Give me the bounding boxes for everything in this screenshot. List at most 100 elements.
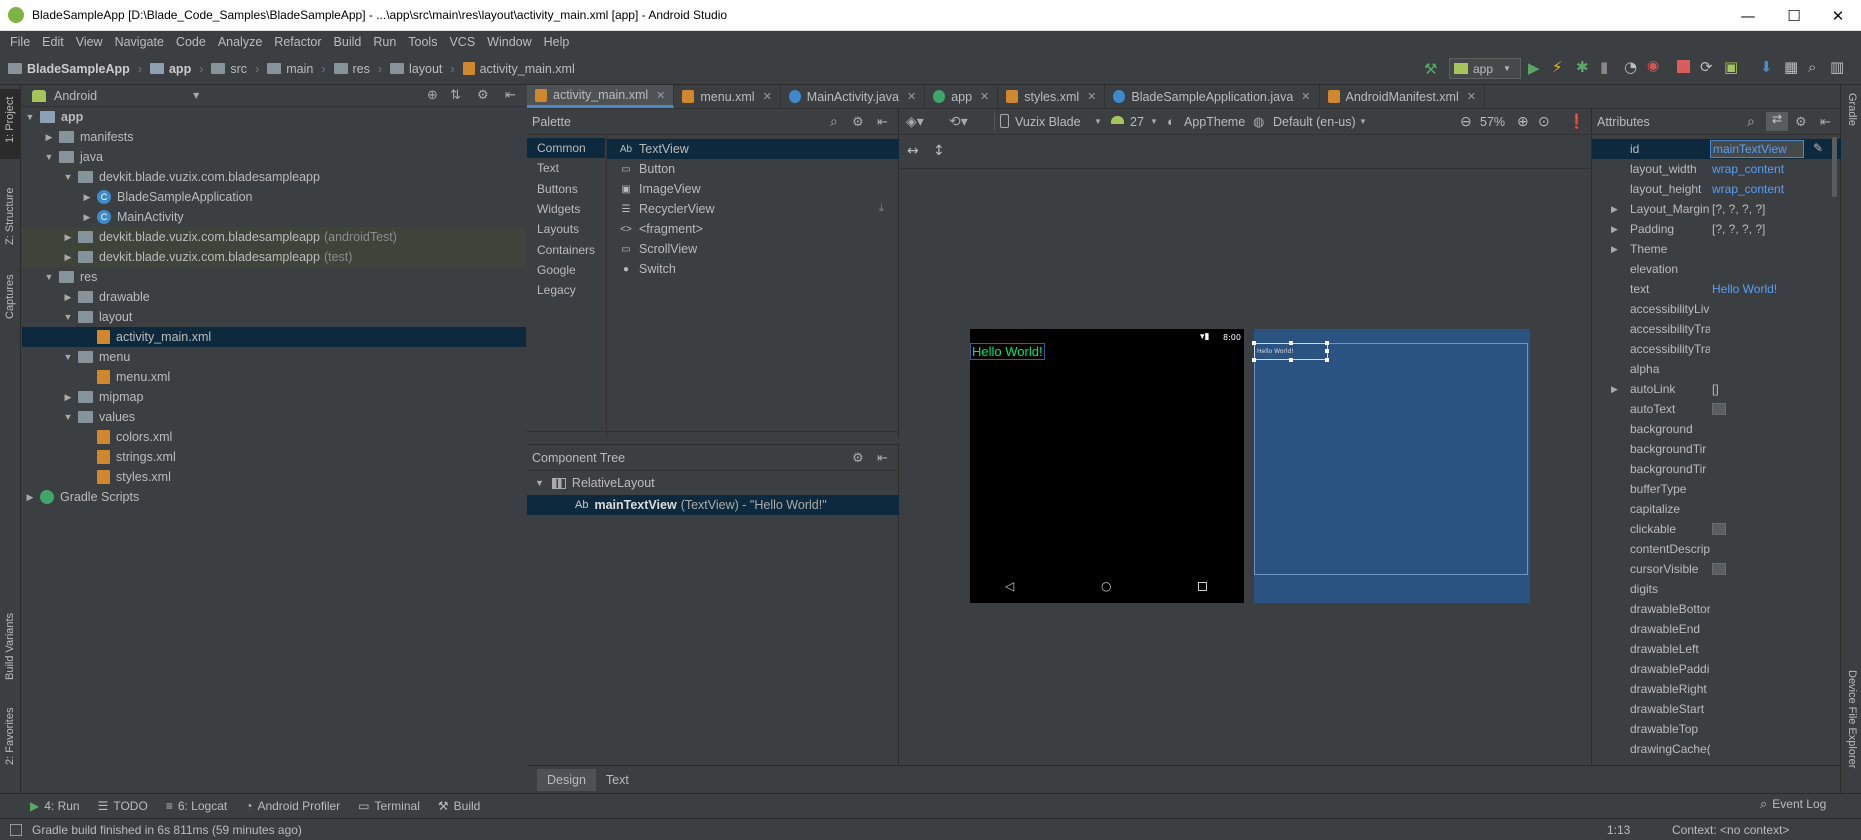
stop-icon[interactable] — [1677, 60, 1690, 73]
attribute-row[interactable]: layout_height wrap_content — [1592, 179, 1841, 199]
attribute-row[interactable]: drawableTop — [1592, 719, 1841, 739]
preview-textview[interactable]: Hello World! — [970, 343, 1045, 360]
gear-icon[interactable]: ⚙ — [852, 114, 864, 130]
attribute-row[interactable]: drawableEnd — [1592, 619, 1841, 639]
editor-tab[interactable]: AndroidManifest.xml ✕ — [1320, 85, 1485, 108]
menu-vcs[interactable]: VCS — [443, 35, 481, 49]
attribute-row[interactable]: autoText — [1592, 399, 1841, 419]
chevron-right-icon[interactable]: ▶ — [1611, 244, 1618, 255]
chevron-right-icon[interactable]: ▶ — [1611, 384, 1618, 395]
zoom-fit-icon[interactable]: ⊙ — [1538, 113, 1550, 130]
attribute-value[interactable]: [?, ?, ?, ?] — [1712, 202, 1765, 216]
tree-row-textview[interactable]: Ab mainTextView (TextView) - "Hello Worl… — [527, 495, 899, 515]
attribute-row[interactable]: background — [1592, 419, 1841, 439]
close-icon[interactable]: ✕ — [656, 89, 665, 102]
tool-window-button[interactable]: ◔ Android Profiler — [245, 799, 340, 813]
palette-item[interactable]: ▭ Button — [607, 159, 899, 179]
attach-icon[interactable]: ▮ — [1600, 58, 1608, 76]
palette-category[interactable]: Common — [527, 138, 605, 158]
tree-item[interactable]: ▼ layout — [22, 307, 526, 327]
run-icon[interactable]: ▶ — [1528, 59, 1540, 77]
resize-handle[interactable] — [1325, 341, 1329, 345]
tool-window-gradle[interactable]: Gradle — [1846, 93, 1858, 126]
tristate-checkbox[interactable] — [1712, 563, 1726, 575]
gear-icon[interactable]: ⚙ — [1795, 114, 1807, 130]
chevron-right-icon[interactable]: ▶ — [81, 212, 93, 223]
tree-item[interactable]: ▶ Gradle Scripts — [22, 487, 526, 507]
gear-icon[interactable]: ⚙ — [477, 88, 489, 103]
tool-window-build-variants[interactable]: Build Variants — [4, 613, 16, 680]
editor-tab[interactable]: activity_main.xml ✕ — [527, 85, 675, 108]
palette-item[interactable]: Ab TextView — [607, 139, 899, 159]
search-everywhere-icon[interactable]: ⌕ — [1808, 58, 1816, 76]
tool-window-captures[interactable]: Captures — [4, 274, 16, 319]
palette-item[interactable]: ▣ ImageView — [607, 179, 899, 199]
tool-window-project[interactable]: 1: Project — [4, 97, 16, 143]
palette-item[interactable]: ▭ ScrollView — [607, 239, 899, 259]
close-icon[interactable]: ✕ — [1087, 90, 1096, 103]
attribute-row[interactable]: elevation — [1592, 259, 1841, 279]
tool-window-button[interactable]: ⚒ Build — [438, 799, 480, 813]
layout-inspector-icon[interactable]: ▥ — [1830, 58, 1844, 76]
hide-panel-icon[interactable]: ⇤ — [877, 450, 888, 466]
tree-item[interactable]: menu.xml — [22, 367, 526, 387]
palette-category[interactable]: Layouts — [527, 219, 605, 239]
tristate-checkbox[interactable] — [1712, 523, 1726, 535]
tree-item[interactable]: activity_main.xml — [22, 327, 526, 347]
sdk-manager-icon[interactable]: ⬇ — [1760, 58, 1773, 76]
resize-handle[interactable] — [1325, 358, 1329, 362]
close-icon[interactable]: ✕ — [1467, 90, 1476, 103]
close-icon[interactable]: ✕ — [763, 90, 772, 103]
attribute-row[interactable]: ▶ Layout_Margin [?, ?, ?, ?] — [1592, 199, 1841, 219]
attribute-row[interactable]: digits — [1592, 579, 1841, 599]
palette-category[interactable]: Buttons — [527, 179, 605, 199]
apply-changes-icon[interactable]: ⚡ — [1552, 58, 1563, 76]
breadcrumb-item[interactable]: src › — [211, 62, 259, 76]
attribute-row[interactable]: cursorVisible — [1592, 559, 1841, 579]
attribute-row[interactable]: layout_width wrap_content — [1592, 159, 1841, 179]
attribute-row[interactable]: ▶ autoLink [] — [1592, 379, 1841, 399]
tool-windows-toggle-icon[interactable] — [10, 823, 22, 836]
context-indicator[interactable]: Context: <no context> — [1672, 823, 1789, 837]
editor-tab[interactable]: MainActivity.java ✕ — [781, 85, 926, 108]
breadcrumb-item[interactable]: res › — [333, 62, 382, 76]
menu-analyze[interactable]: Analyze — [212, 35, 268, 49]
attribute-row[interactable]: drawingCache( — [1592, 739, 1841, 759]
attribute-row[interactable]: accessibilityLiv — [1592, 299, 1841, 319]
menu-navigate[interactable]: Navigate — [109, 35, 170, 49]
edit-icon[interactable]: ✎ — [1813, 141, 1823, 155]
attribute-row[interactable]: text Hello World! — [1592, 279, 1841, 299]
attribute-row[interactable]: id mainTextView ✎ — [1592, 139, 1841, 159]
attribute-row[interactable]: capitalize — [1592, 499, 1841, 519]
profile-icon[interactable]: ◔ — [1624, 58, 1637, 76]
run-config-select[interactable]: app ▼ — [1449, 58, 1521, 79]
editor-tab[interactable]: BladeSampleApplication.java ✕ — [1105, 85, 1320, 108]
attribute-row[interactable]: drawablePaddi — [1592, 659, 1841, 679]
chevron-right-icon[interactable]: ▶ — [1611, 204, 1618, 215]
id-input[interactable]: mainTextView — [1710, 140, 1804, 158]
minimize-button[interactable]: — — [1725, 0, 1771, 31]
tool-window-button[interactable]: ▶ 4: Run — [30, 799, 80, 813]
chevron-right-icon[interactable]: ▶ — [43, 132, 55, 143]
chevron-right-icon[interactable]: ▶ — [62, 232, 74, 243]
editor-tab[interactable]: app ✕ — [925, 85, 999, 108]
download-icon[interactable]: ⤓ — [879, 201, 884, 215]
tool-window-favorites[interactable]: 2: Favorites — [4, 708, 16, 765]
chevron-down-icon[interactable]: ▼ — [193, 91, 199, 100]
palette-category[interactable]: Google — [527, 260, 605, 280]
avd-manager-icon[interactable]: ▣ — [1724, 58, 1738, 76]
chevron-down-icon[interactable]: ▼ — [1094, 117, 1102, 126]
zoom-out-icon[interactable]: ⊖ — [1460, 113, 1472, 130]
attribute-row[interactable]: backgroundTir — [1592, 459, 1841, 479]
tool-window-button[interactable]: ☰ TODO — [98, 799, 148, 813]
attribute-row[interactable]: drawableStart — [1592, 699, 1841, 719]
palette-item[interactable]: ☰ RecyclerView — [607, 199, 899, 219]
coverage-icon[interactable]: ◉ — [1647, 58, 1659, 74]
horizontal-resize-icon[interactable]: ↔ — [907, 143, 919, 159]
menu-edit[interactable]: Edit — [36, 35, 70, 49]
attribute-value[interactable]: Hello World! — [1712, 282, 1777, 296]
attribute-row[interactable]: alpha — [1592, 359, 1841, 379]
tab-text[interactable]: Text — [596, 769, 639, 791]
tree-item[interactable]: styles.xml — [22, 467, 526, 487]
splitter-handle[interactable] — [527, 431, 899, 438]
